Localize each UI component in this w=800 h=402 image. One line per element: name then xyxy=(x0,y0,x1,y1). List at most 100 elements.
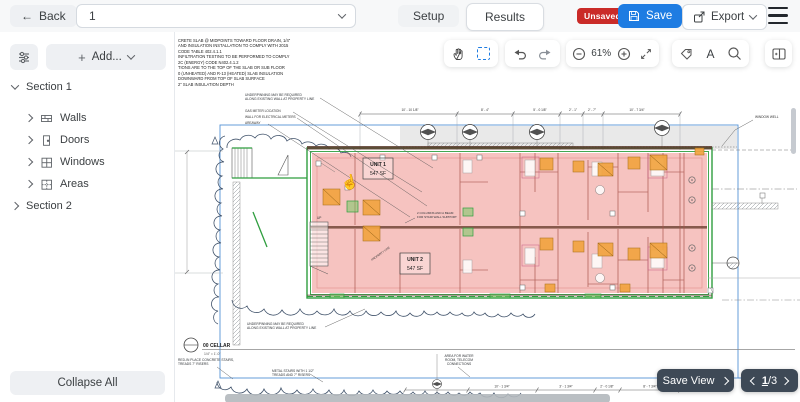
pan-tool-button[interactable] xyxy=(449,44,469,64)
text-tool-button[interactable]: A xyxy=(701,44,721,64)
save-button[interactable]: Save xyxy=(618,4,682,28)
chevron-right-icon xyxy=(11,202,19,210)
export-icon xyxy=(693,11,705,23)
text-tool-icon: A xyxy=(706,47,714,61)
sidebar-item-doors[interactable]: Doors xyxy=(0,129,175,151)
sidebar-section-1[interactable]: Section 1 xyxy=(0,76,175,98)
zoom-out-icon xyxy=(572,47,586,61)
stairs xyxy=(310,222,328,274)
next-page-icon[interactable] xyxy=(781,376,789,384)
vertical-scrollbar-thumb[interactable] xyxy=(791,108,796,154)
chevron-right-icon xyxy=(25,180,33,188)
save-view-label: Save View xyxy=(663,375,715,387)
chevron-down-icon xyxy=(338,10,346,18)
prev-page-icon[interactable] xyxy=(750,376,758,384)
filter-sliders-icon xyxy=(17,50,31,64)
up-label: UP xyxy=(317,216,321,220)
undo-icon xyxy=(513,47,527,61)
save-view-button[interactable]: Save View xyxy=(657,369,734,392)
fit-screen-button[interactable] xyxy=(636,44,656,64)
page-indicator[interactable]: 1/3 xyxy=(762,375,777,387)
marquee-select-tool-button[interactable] xyxy=(473,44,493,64)
tag-tool-button[interactable] xyxy=(676,44,696,64)
view-scale: 1/4" = 1'-0" xyxy=(204,352,221,356)
zoom-level: 61% xyxy=(591,48,611,59)
underpinning-note-top: UNDERPINNING MAY BE REQUIRED ALONG EXIST… xyxy=(245,94,314,102)
drawing-canvas[interactable]: 10' - 10 1/8" 8' - 4" 5' - 0 1/8" 2' - 1… xyxy=(175,32,800,402)
walls-icon xyxy=(39,111,53,125)
chevron-right-icon xyxy=(721,376,729,384)
sidebar-item-walls[interactable]: Walls xyxy=(0,107,175,129)
save-label: Save xyxy=(646,10,672,22)
existing-wall-annex xyxy=(232,148,307,345)
water-room-note: AREA FOR WATER ROOM, TELECOM CONNECTIONS xyxy=(428,355,490,367)
undo-button[interactable] xyxy=(510,44,530,64)
electrical-meters-label: WALL FOR ELECTRICAL METERS xyxy=(245,115,296,119)
export-button[interactable]: Export xyxy=(682,4,767,30)
tool-card-zoom: 61% xyxy=(566,40,659,67)
back-button[interactable]: ← Back xyxy=(10,5,77,27)
sidebar: + Add... Section 1 Walls xyxy=(0,32,175,402)
marquee-icon xyxy=(477,47,490,60)
tab-results[interactable]: Results xyxy=(466,3,544,31)
section-label: Section 2 xyxy=(26,200,72,212)
back-label: Back xyxy=(39,9,66,23)
export-label: Export xyxy=(711,11,744,23)
search-tool-button[interactable] xyxy=(725,44,745,64)
floor-plan-svg: 10' - 10 1/8" 8' - 4" 5' - 0 1/8" 2' - 1… xyxy=(175,32,800,402)
areas-icon xyxy=(39,177,53,191)
windows-icon xyxy=(39,155,53,169)
panel-toggle-button[interactable] xyxy=(769,44,789,64)
unit2-label: UNIT 2 547 SF xyxy=(400,253,430,274)
tool-card-history xyxy=(505,40,560,67)
takeoff-app: ← Back 1 Setup Results Unsaved Save Expo… xyxy=(0,0,800,402)
dim-label: 8' - 7 3/4" xyxy=(643,385,656,389)
dim-label: 2' - 0 1/8" xyxy=(600,385,613,389)
zoom-out-button[interactable] xyxy=(569,44,589,64)
sidebar-item-windows[interactable]: Windows xyxy=(0,151,175,173)
general-notes-text: CRETE SLAB @ MIDPOINTS TOWARD FLOOR DRAI… xyxy=(178,38,338,87)
dim-label: 2' - 1" xyxy=(569,108,577,112)
page-select-dropdown[interactable]: 1 xyxy=(76,4,356,28)
sidebar-item-areas[interactable]: Areas xyxy=(0,173,175,195)
unit1-label: UNIT 1 547 SF xyxy=(363,158,393,179)
doors-icon xyxy=(39,133,53,147)
tab-setup[interactable]: Setup xyxy=(398,5,459,27)
menu-icon[interactable] xyxy=(768,7,788,24)
view-title-block: 00 CELLAR 1/4" = 1'-0" xyxy=(184,338,795,356)
window-well-label: WINDOW WELL xyxy=(755,115,779,119)
dim-label: 10' - 1 3/4" xyxy=(494,385,509,389)
section-marker-bubble xyxy=(727,257,739,269)
view-title: 00 CELLAR xyxy=(203,343,231,349)
chevron-down-icon xyxy=(749,11,757,19)
item-label: Windows xyxy=(60,156,105,168)
redo-button[interactable] xyxy=(535,44,555,64)
zoom-in-button[interactable] xyxy=(614,44,634,64)
sidebar-section-2[interactable]: Section 2 xyxy=(0,195,175,217)
sidewalk-band xyxy=(400,126,737,149)
plus-icon: + xyxy=(78,50,86,65)
gas-meter-label: GAS METER LOCATION xyxy=(245,109,281,113)
tool-card-panel xyxy=(765,40,792,67)
collapse-all-button[interactable]: Collapse All xyxy=(10,371,165,395)
page-count: 3 xyxy=(771,375,777,387)
search-icon xyxy=(727,46,742,61)
metal-stairs-note: METAL STAIRS WITH 1 1/2" TREADS AND 7" R… xyxy=(272,370,314,378)
dim-label: 3' - 1 3/4" xyxy=(559,385,572,389)
item-label: Doors xyxy=(60,134,89,146)
dim-label: 8' - 4" xyxy=(481,108,489,112)
page-select-value: 1 xyxy=(89,9,96,23)
item-label: Areas xyxy=(60,178,89,190)
filter-button[interactable] xyxy=(10,44,38,70)
chevron-down-icon xyxy=(11,81,19,89)
chevron-right-icon xyxy=(25,114,33,122)
add-button[interactable]: + Add... xyxy=(46,44,166,70)
tool-card-annotate: A xyxy=(672,40,749,67)
concrete-stairs-note: RED-IN PLACE CONCRETE STAIRS, TREADS 7" … xyxy=(178,359,234,367)
tool-card-select xyxy=(444,40,498,67)
site-lines-right xyxy=(708,150,800,300)
redo-icon xyxy=(538,47,552,61)
expand-icon xyxy=(639,47,653,61)
save-floppy-icon xyxy=(628,10,640,22)
tag-icon xyxy=(679,47,693,61)
